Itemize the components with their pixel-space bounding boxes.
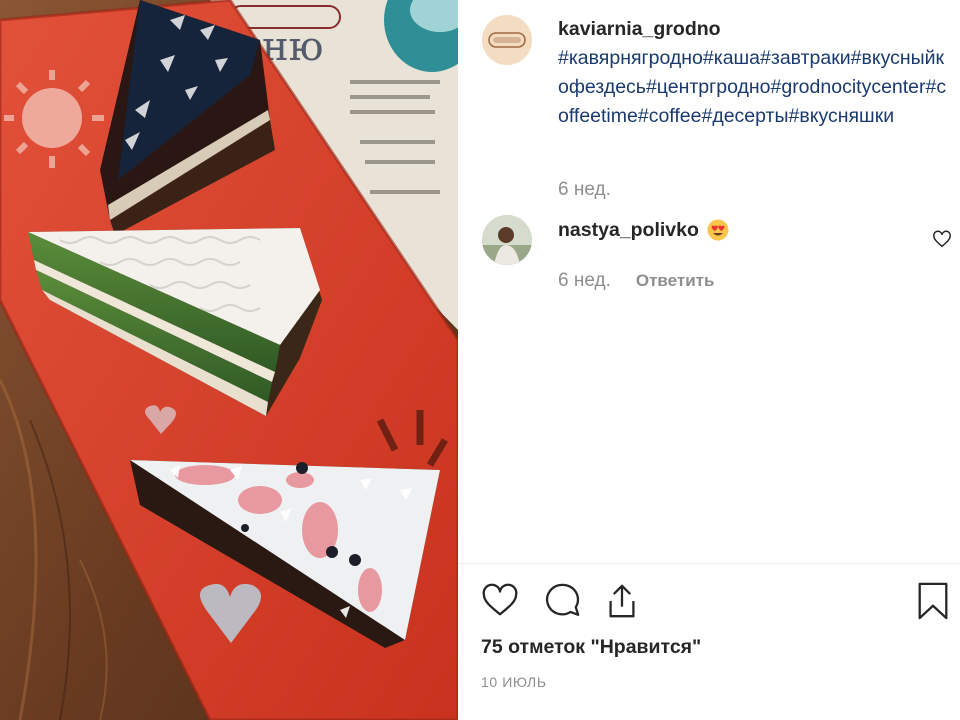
share-button[interactable] bbox=[603, 582, 641, 620]
post-date[interactable]: 10 ИЮЛЬ bbox=[481, 674, 547, 690]
comment-timestamp[interactable]: 6 нед. bbox=[558, 270, 611, 292]
bookmark-icon bbox=[918, 582, 948, 620]
author-username[interactable]: kaviarnia_grodno bbox=[558, 18, 721, 40]
like-button[interactable] bbox=[481, 582, 519, 620]
actions-divider bbox=[458, 563, 960, 564]
comment-item: nastya_polivko bbox=[558, 218, 729, 242]
post-details-panel: kaviarnia_grodno #кавярнягродно#каша#зав… bbox=[458, 0, 960, 720]
post-photo[interactable]: ню bbox=[0, 0, 458, 720]
cafe-logo-icon bbox=[482, 15, 532, 65]
caption-hashtags[interactable]: #кавярнягродно#каша#завтраки#вкусныйкофе… bbox=[558, 44, 953, 131]
share-upload-icon bbox=[609, 584, 635, 618]
heart-icon bbox=[482, 583, 518, 616]
comment-like-button[interactable] bbox=[932, 230, 952, 248]
commenter-username[interactable]: nastya_polivko bbox=[558, 218, 699, 242]
heart-outline-icon bbox=[933, 230, 951, 248]
reply-button[interactable]: Ответить bbox=[636, 271, 715, 291]
commenter-photo-icon bbox=[482, 215, 532, 265]
comment-meta: 6 нед. Ответить bbox=[558, 270, 714, 292]
cake-photo-image: ню bbox=[0, 0, 458, 720]
speech-bubble-icon bbox=[545, 583, 580, 616]
likes-count[interactable]: 75 отметок "Нравится" bbox=[481, 636, 701, 659]
caption-timestamp[interactable]: 6 нед. bbox=[558, 179, 611, 201]
heart-eyes-emoji-icon bbox=[707, 219, 729, 241]
comment-button[interactable] bbox=[543, 582, 581, 620]
commenter-avatar[interactable] bbox=[482, 215, 532, 265]
save-button[interactable] bbox=[914, 582, 952, 620]
author-avatar[interactable] bbox=[482, 15, 532, 65]
post-caption: kaviarnia_grodno #кавярнягродно#каша#зав… bbox=[558, 15, 953, 131]
